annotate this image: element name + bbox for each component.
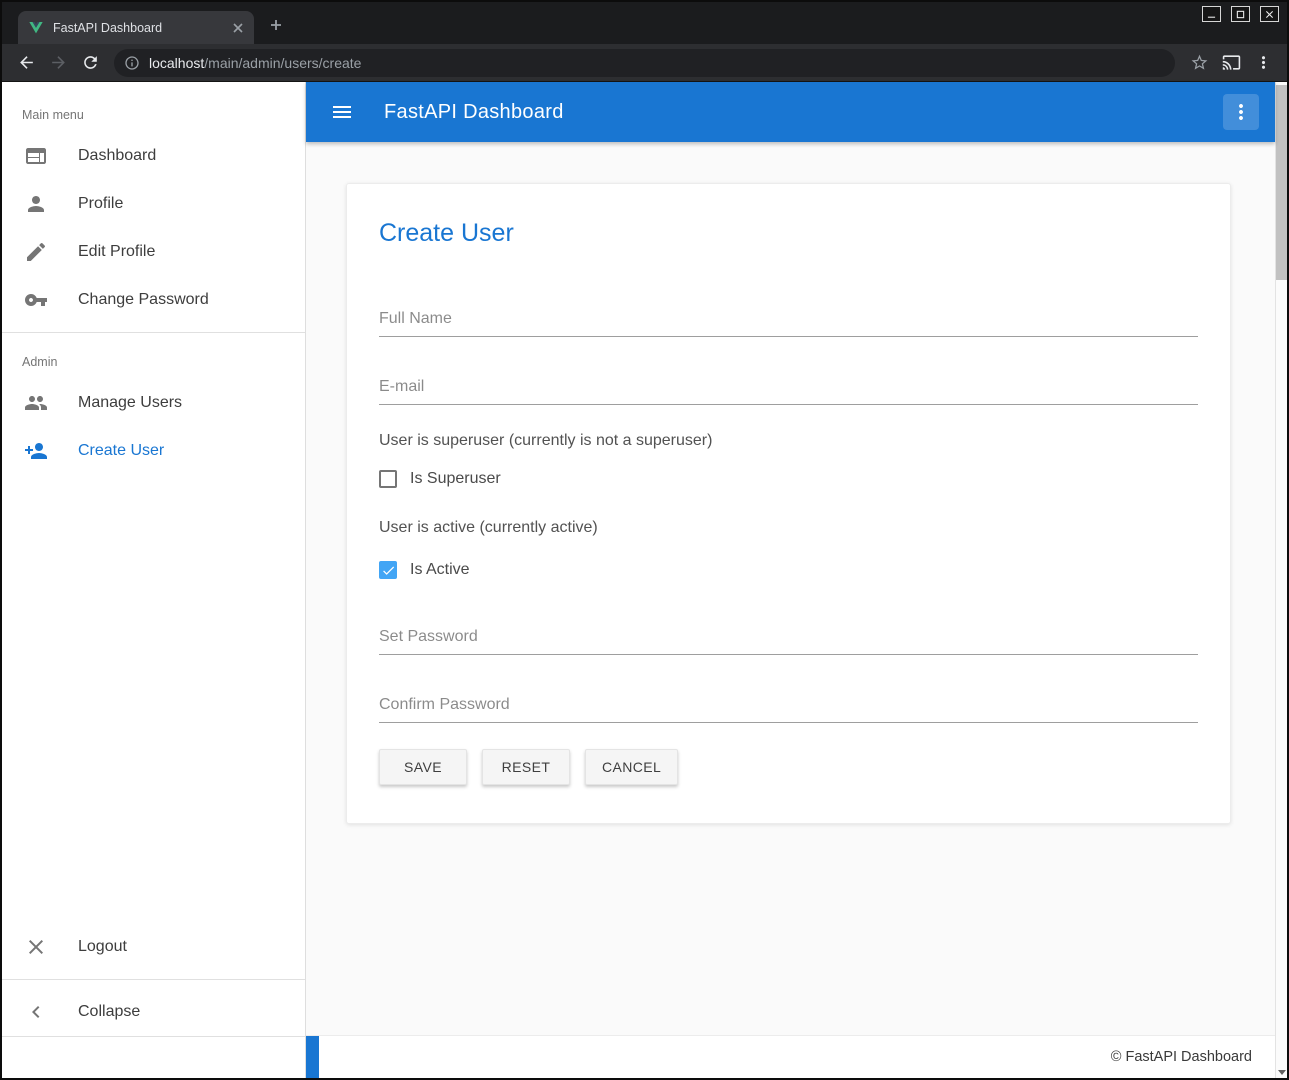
hamburger-icon	[330, 100, 354, 124]
checkmark-icon	[381, 563, 396, 578]
sidebar-spacer	[2, 475, 305, 923]
is-active-row: Is Active	[379, 561, 1198, 579]
sidebar-item-label: Dashboard	[78, 147, 156, 165]
footer-copyright: © FastAPI Dashboard	[1111, 1049, 1252, 1065]
create-user-card: Create User User is superuser (currently…	[346, 183, 1231, 824]
page-footer: © FastAPI Dashboard	[306, 1035, 1275, 1078]
tab-close-icon[interactable]	[230, 20, 246, 36]
main-area: FastAPI Dashboard Create User User is su…	[306, 82, 1275, 1078]
save-button[interactable]: SAVE	[379, 749, 467, 785]
address-bar[interactable]: localhost/main/admin/users/create	[114, 49, 1175, 77]
window-close-button[interactable]	[1260, 6, 1279, 22]
sidebar-item-label: Manage Users	[78, 394, 182, 412]
email-input[interactable]	[379, 370, 1198, 405]
url-host: localhost	[149, 55, 204, 71]
sidebar-item-edit-profile[interactable]: Edit Profile	[2, 228, 305, 276]
back-icon[interactable]	[10, 47, 42, 79]
browser-window: FastAPI Dashboard	[0, 0, 1289, 1080]
sidebar-item-label: Change Password	[78, 291, 209, 309]
people-icon	[24, 391, 48, 415]
key-icon	[24, 288, 48, 312]
reset-button[interactable]: RESET	[482, 749, 570, 785]
window-maximize-button[interactable]	[1231, 6, 1250, 22]
sidebar-item-create-user[interactable]: Create User	[2, 427, 305, 475]
sidebar-divider	[2, 332, 305, 333]
sidebar-bottom-strip	[2, 1036, 305, 1078]
sidebar-item-change-password[interactable]: Change Password	[2, 276, 305, 324]
sidebar-item-label: Create User	[78, 442, 164, 460]
sidebar-item-collapse[interactable]: Collapse	[2, 988, 305, 1036]
sidebar-item-dashboard[interactable]: Dashboard	[2, 132, 305, 180]
browser-menu-icon[interactable]	[1247, 47, 1279, 79]
sidebar-item-logout[interactable]: Logout	[2, 923, 305, 971]
is-active-checkbox[interactable]	[379, 561, 397, 579]
sidebar-item-label: Edit Profile	[78, 243, 155, 261]
sidebar-section-admin: Admin	[2, 341, 305, 379]
superuser-hint: User is superuser (currently is not a su…	[379, 431, 1198, 450]
content-area: Create User User is superuser (currently…	[306, 142, 1275, 1035]
sidebar-item-label: Profile	[78, 195, 123, 213]
hamburger-menu-button[interactable]	[322, 92, 362, 132]
browser-toolbar: localhost/main/admin/users/create	[2, 44, 1287, 82]
page-scrollbar[interactable]	[1275, 82, 1287, 1078]
new-tab-button[interactable]	[264, 13, 288, 37]
pencil-icon	[24, 240, 48, 264]
form-actions: SAVE RESET CANCEL	[379, 749, 1198, 785]
window-controls	[1202, 6, 1279, 22]
reload-icon[interactable]	[74, 47, 106, 79]
window-minimize-button[interactable]	[1202, 6, 1221, 22]
sidebar-item-manage-users[interactable]: Manage Users	[2, 379, 305, 427]
url-text: localhost/main/admin/users/create	[149, 55, 361, 71]
bookmark-star-icon[interactable]	[1183, 47, 1215, 79]
is-superuser-checkbox[interactable]	[379, 470, 397, 488]
sidebar: Main menu Dashboard Profile Edit Profile	[2, 82, 306, 1078]
active-hint: User is active (currently active)	[379, 518, 1198, 537]
person-icon	[24, 192, 48, 216]
is-superuser-label: Is Superuser	[410, 470, 501, 488]
page-viewport: Main menu Dashboard Profile Edit Profile	[2, 82, 1287, 1078]
footer-accent-bar	[306, 1036, 319, 1078]
scrollbar-arrow-icon[interactable]	[1278, 1070, 1286, 1075]
appbar-title: FastAPI Dashboard	[384, 101, 564, 124]
tab-title: FastAPI Dashboard	[53, 21, 230, 35]
set-password-input[interactable]	[379, 620, 1198, 655]
browser-tab-strip: FastAPI Dashboard	[2, 2, 1287, 44]
sidebar-item-label: Logout	[78, 938, 127, 956]
forward-icon[interactable]	[42, 47, 74, 79]
cast-icon[interactable]	[1215, 47, 1247, 79]
chevron-left-icon	[24, 1000, 48, 1024]
dashboard-icon	[24, 144, 48, 168]
url-path: /main/admin/users/create	[204, 55, 361, 71]
cancel-button[interactable]: CANCEL	[585, 749, 678, 785]
appbar-menu-button[interactable]	[1223, 94, 1259, 130]
browser-tab[interactable]: FastAPI Dashboard	[18, 11, 254, 44]
sidebar-item-profile[interactable]: Profile	[2, 180, 305, 228]
more-vert-icon	[1229, 100, 1253, 124]
person-add-icon	[24, 439, 48, 463]
page-title: Create User	[379, 218, 1198, 248]
confirm-password-input[interactable]	[379, 688, 1198, 723]
sidebar-divider	[2, 979, 305, 980]
scrollbar-thumb[interactable]	[1276, 85, 1287, 280]
vue-favicon-icon	[28, 20, 44, 36]
app-bar: FastAPI Dashboard	[306, 82, 1275, 142]
close-icon	[24, 935, 48, 959]
full-name-input[interactable]	[379, 302, 1198, 337]
sidebar-section-main-menu: Main menu	[2, 82, 305, 132]
sidebar-item-label: Collapse	[78, 1003, 140, 1021]
is-active-label: Is Active	[410, 561, 470, 579]
is-superuser-row: Is Superuser	[379, 470, 1198, 488]
site-info-icon[interactable]	[124, 55, 140, 71]
